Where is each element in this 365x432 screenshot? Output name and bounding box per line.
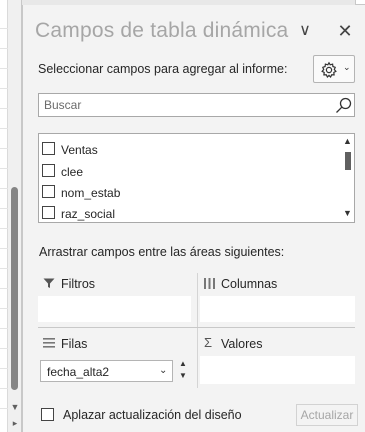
update-button[interactable]: Actualizar xyxy=(296,404,358,426)
field-label: clee xyxy=(61,165,84,179)
values-drop-zone[interactable] xyxy=(200,356,355,384)
worksheet-edge: ▼ ▸ xyxy=(0,0,22,432)
field-checkbox[interactable] xyxy=(42,185,55,198)
chevron-down-icon: ⌄ xyxy=(343,62,351,72)
rows-icon xyxy=(43,338,55,348)
filters-area-label: Filtros xyxy=(61,277,96,291)
move-up-arrow-icon[interactable]: ▲ xyxy=(178,359,188,368)
columns-drop-zone[interactable] xyxy=(200,296,355,322)
pane-options-chevron-icon[interactable]: ∨ xyxy=(295,21,315,41)
search-box[interactable] xyxy=(38,93,355,117)
scroll-down-arrow-icon[interactable]: ▼ xyxy=(9,402,21,412)
pivot-fields-pane: Campos de tabla dinámica ∨ ✕ Seleccionar… xyxy=(22,5,365,432)
field-label: nom_estab xyxy=(61,186,121,200)
field-list-scroll-thumb[interactable] xyxy=(345,152,351,170)
field-item-nom-estab[interactable]: nom_estab xyxy=(42,183,332,203)
field-item-clee[interactable]: clee xyxy=(42,162,332,182)
field-checkbox[interactable] xyxy=(42,164,55,177)
select-fields-instruction: Seleccionar campos para agregar al infor… xyxy=(38,62,288,76)
field-label: raz_social xyxy=(61,207,116,221)
chevron-down-icon[interactable]: ⌄ xyxy=(159,365,167,376)
scroll-up-arrow-icon[interactable]: ▲ xyxy=(343,136,352,146)
field-list: Ventas clee nom_estab raz_social ▲ ▼ xyxy=(38,133,355,223)
rows-area-label: Filas xyxy=(61,337,88,351)
pane-title: Campos de tabla dinámica xyxy=(35,19,289,42)
field-checkbox[interactable] xyxy=(42,206,55,219)
defer-layout-label: Aplazar actualización del diseño xyxy=(63,408,242,422)
tools-button[interactable]: ⌄ xyxy=(313,55,355,83)
drag-fields-instruction: Arrastrar campos entre las áreas siguien… xyxy=(39,245,285,259)
area-horizontal-divider xyxy=(38,327,355,328)
columns-area-label: Columnas xyxy=(221,277,278,291)
filter-icon xyxy=(43,278,55,288)
field-item-raz-social[interactable]: raz_social xyxy=(42,204,332,222)
row-field-chip[interactable]: fecha_alta2 ⌄ xyxy=(40,360,173,382)
scroll-down-arrow-icon[interactable]: ▼ xyxy=(343,208,352,218)
defer-layout-checkbox[interactable] xyxy=(41,408,54,421)
scroll-more-arrow-icon[interactable]: ▸ xyxy=(9,418,21,429)
search-input[interactable] xyxy=(39,94,329,116)
columns-icon xyxy=(204,278,215,289)
field-label: Ventas xyxy=(61,143,98,157)
field-list-scrollbar[interactable]: ▲ ▼ xyxy=(341,134,354,222)
defer-layout-update-option[interactable]: Aplazar actualización del diseño xyxy=(41,405,291,425)
area-vertical-divider xyxy=(197,273,198,388)
row-field-name: fecha_alta2 xyxy=(47,365,110,379)
worksheet-cells[interactable] xyxy=(0,0,8,432)
field-checkbox[interactable] xyxy=(42,142,55,155)
values-area-label: Valores xyxy=(221,337,263,351)
close-pane-icon[interactable]: ✕ xyxy=(335,21,355,41)
move-down-arrow-icon[interactable]: ▼ xyxy=(178,371,188,380)
gear-icon xyxy=(321,61,337,79)
field-item-ventas[interactable]: Ventas xyxy=(42,140,332,160)
filters-drop-zone[interactable] xyxy=(38,296,191,322)
worksheet-scrollbar-thumb[interactable] xyxy=(11,187,18,390)
search-icon[interactable] xyxy=(335,97,352,114)
sigma-icon: Σ xyxy=(204,335,213,350)
